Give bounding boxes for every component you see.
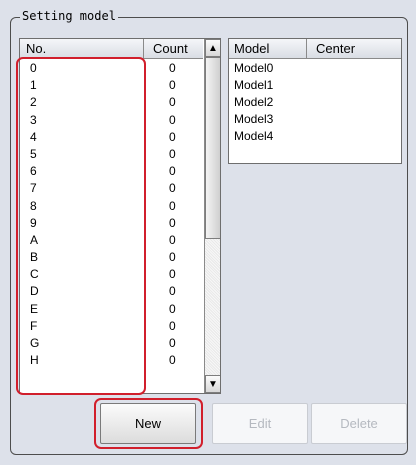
- row-count: 0: [169, 250, 176, 265]
- group-title: Setting model: [20, 9, 118, 23]
- model-row[interactable]: Model2: [229, 94, 273, 111]
- model-row[interactable]: Model1: [229, 77, 273, 94]
- list-row[interactable]: 20: [20, 94, 203, 111]
- row-number: E: [30, 301, 39, 316]
- row-count: 0: [169, 146, 176, 161]
- list-row[interactable]: 30: [20, 112, 203, 129]
- list-row[interactable]: A0: [20, 232, 203, 249]
- row-number: D: [30, 284, 39, 299]
- row-number: 6: [30, 164, 37, 179]
- column-header-count[interactable]: Count: [145, 39, 203, 59]
- row-count: 0: [169, 181, 176, 196]
- row-number: 4: [30, 129, 37, 144]
- row-count: 0: [169, 78, 176, 93]
- scroll-thumb[interactable]: [205, 57, 220, 239]
- list-row[interactable]: D0: [20, 283, 203, 300]
- list-row[interactable]: 00: [20, 60, 203, 77]
- list-row[interactable]: 10: [20, 77, 203, 94]
- row-count: 0: [169, 215, 176, 230]
- column-header-center[interactable]: Center: [308, 39, 401, 59]
- list-row[interactable]: 80: [20, 198, 203, 215]
- list-rows: 00102030405060708090A0B0C0D0E0F0G0H0: [20, 60, 203, 369]
- row-number: H: [30, 353, 39, 368]
- list-row[interactable]: G0: [20, 335, 203, 352]
- model-row[interactable]: Model3: [229, 111, 273, 128]
- list-row[interactable]: 90: [20, 215, 203, 232]
- model-row[interactable]: Model0: [229, 60, 273, 77]
- number-count-list[interactable]: No. Count 00102030405060708090A0B0C0D0E0…: [19, 38, 221, 394]
- scroll-up-icon[interactable]: ▲: [205, 39, 220, 57]
- row-number: 2: [30, 95, 37, 110]
- row-count: 0: [169, 198, 176, 213]
- delete-button[interactable]: Delete: [311, 403, 407, 444]
- row-count: 0: [169, 318, 176, 333]
- row-number: C: [30, 267, 39, 282]
- row-count: 0: [169, 284, 176, 299]
- row-number: 8: [30, 198, 37, 213]
- row-number: 3: [30, 112, 37, 127]
- row-number: 5: [30, 146, 37, 161]
- list-row[interactable]: C0: [20, 266, 203, 283]
- row-number: G: [30, 336, 40, 350]
- column-header-no[interactable]: No.: [20, 39, 144, 59]
- row-count: 0: [169, 232, 176, 247]
- row-number: B: [30, 250, 39, 265]
- list-row[interactable]: 70: [20, 180, 203, 197]
- row-number: 7: [30, 181, 37, 196]
- model-rows: Model0 Model1 Model2 Model3 Model4: [229, 60, 273, 145]
- row-count: 0: [169, 267, 176, 282]
- column-header-model[interactable]: Model: [229, 39, 307, 59]
- row-count: 0: [169, 301, 176, 316]
- setting-model-panel: Setting model No. Count 0010203040506070…: [0, 0, 416, 465]
- row-number: F: [30, 318, 38, 333]
- model-list[interactable]: Model Center Model0 Model1 Model2 Model3 Mod…: [228, 38, 402, 164]
- row-number: A: [30, 232, 39, 247]
- row-count: 0: [169, 61, 176, 75]
- list-row[interactable]: H0: [20, 352, 203, 369]
- vertical-scrollbar[interactable]: ▲ ▼: [204, 39, 220, 393]
- row-count: 0: [169, 129, 176, 144]
- row-count: 0: [169, 353, 176, 368]
- row-count: 0: [169, 95, 176, 110]
- new-button[interactable]: New: [100, 403, 196, 444]
- list-row[interactable]: 50: [20, 146, 203, 163]
- list-header: No. Count: [20, 39, 203, 59]
- list-row[interactable]: B0: [20, 249, 203, 266]
- list-row[interactable]: F0: [20, 318, 203, 335]
- model-list-header: Model Center: [229, 39, 401, 59]
- row-count: 0: [169, 164, 176, 179]
- row-number: 1: [30, 78, 37, 93]
- scroll-down-icon[interactable]: ▼: [205, 375, 220, 393]
- list-row[interactable]: 40: [20, 129, 203, 146]
- row-count: 0: [169, 112, 176, 127]
- list-row[interactable]: E0: [20, 301, 203, 318]
- edit-button[interactable]: Edit: [212, 403, 308, 444]
- list-row[interactable]: 60: [20, 163, 203, 180]
- model-row[interactable]: Model4: [229, 128, 273, 145]
- row-count: 0: [169, 336, 176, 350]
- row-number: 0: [30, 61, 37, 75]
- row-number: 9: [30, 215, 37, 230]
